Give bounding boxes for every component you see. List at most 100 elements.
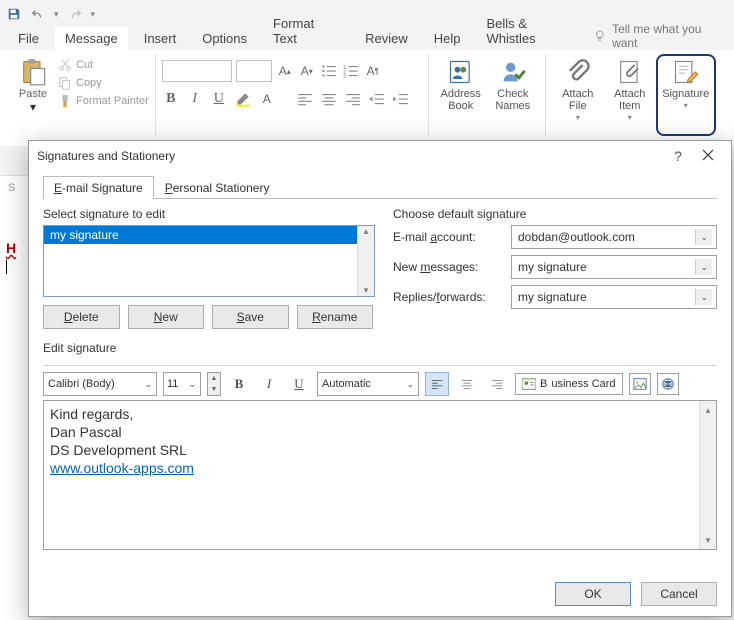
decrease-indent-icon[interactable] [368,90,386,108]
business-card-button[interactable]: Business Card [515,373,623,395]
email-account-label: E-mail account: [393,230,503,244]
sliver-s: S [0,176,30,200]
address-book-label: Address Book [441,88,481,112]
editor-size-combo[interactable]: 11⌄ [163,372,201,396]
increase-font-icon[interactable]: A▴ [276,62,294,80]
dialog-tabs: E-mail Signature Personal Stationery [43,175,717,199]
menu-review[interactable]: Review [355,27,418,50]
paintbrush-icon [58,94,72,108]
rename-button[interactable]: Rename [297,305,374,329]
chevron-down-icon: ⌄ [144,379,152,390]
delete-button[interactable]: Delete [43,305,120,329]
new-messages-label: New messages: [393,260,503,274]
address-book-button[interactable]: Address Book [435,54,487,136]
font-size-combo[interactable] [236,60,272,82]
undo-dropdown-icon[interactable]: ▾ [54,9,59,20]
signature-list[interactable]: my signature [43,225,375,297]
editor-align-center-button[interactable] [455,372,479,396]
tell-me-label: Tell me what you want [612,22,726,50]
close-icon [702,149,714,161]
ok-button[interactable]: OK [555,582,631,606]
align-left-icon[interactable] [296,90,314,108]
ribbon: Paste ▾ Cut Copy Format Painter A▴ A▾ 12… [0,50,734,146]
scissors-icon [58,58,72,72]
save-button[interactable]: Save [212,305,289,329]
menu-file[interactable]: File [8,27,49,50]
cancel-button[interactable]: Cancel [641,582,717,606]
qat-customize-icon[interactable]: ▾ [91,9,96,20]
signature-editor[interactable]: Kind regards, Dan Pascal DS Development … [43,400,717,550]
link-icon [661,377,675,391]
editor-align-right-button[interactable] [485,372,509,396]
editor-line: Dan Pascal [50,423,710,441]
insert-link-button[interactable] [657,373,679,395]
increase-indent-icon[interactable] [392,90,410,108]
signatures-dialog: Signatures and Stationery ? E-mail Signa… [28,140,732,617]
editor-link[interactable]: www.outlook-apps.com [50,460,194,476]
font-size-stepper[interactable]: ▲▼ [207,372,221,396]
signature-button[interactable]: Signature ▾ [656,54,716,136]
indent-icon[interactable]: A¶ [364,62,382,80]
signature-list-item[interactable]: my signature [44,226,374,244]
choose-default-label: Choose default signature [393,207,717,221]
align-right-icon[interactable] [344,90,362,108]
new-messages-select[interactable]: my signature⌄ [511,255,717,279]
cursor [6,260,7,274]
numbering-icon[interactable]: 123 [342,62,360,80]
menu-insert[interactable]: Insert [134,27,187,50]
tab-personal-stationery[interactable]: Personal Stationery [154,176,281,199]
insert-picture-button[interactable] [629,373,651,395]
menu-bells-whistles[interactable]: Bells & Whistles [477,12,587,50]
listbox-scrollbar[interactable] [357,226,374,296]
editor-toolbar: Calibri (Body)⌄ 11⌄ ▲▼ B I U Automatic⌄ … [43,372,717,396]
bullets-icon[interactable] [320,62,338,80]
menu-help[interactable]: Help [424,27,471,50]
editor-font-combo[interactable]: Calibri (Body)⌄ [43,372,157,396]
cut-button: Cut [58,58,149,72]
attach-file-button[interactable]: Attach File▾ [552,54,604,136]
lightbulb-icon [593,29,607,43]
tab-email-signature[interactable]: E-mail Signature [43,176,154,199]
decrease-font-icon[interactable]: A▾ [298,62,316,80]
tell-me-search[interactable]: Tell me what you want [593,22,726,50]
replies-forwards-label: Replies/forwards: [393,290,503,304]
email-account-select[interactable]: dobdan@outlook.com⌄ [511,225,717,249]
chevron-down-icon: ⌄ [406,379,414,390]
editor-bold-button[interactable]: B [227,372,251,396]
redo-icon[interactable] [67,6,83,22]
undo-icon[interactable] [30,6,46,22]
menu-message[interactable]: Message [55,27,128,50]
font-color-icon[interactable]: A [258,90,276,108]
chevron-down-icon: ⌄ [188,379,196,390]
editor-color-combo[interactable]: Automatic⌄ [317,372,419,396]
format-painter-button[interactable]: Format Painter [58,94,149,108]
close-button[interactable] [693,148,723,164]
select-signature-label: Select signature to edit [43,207,373,221]
save-icon[interactable] [6,6,22,22]
cut-label: Cut [76,59,93,71]
bold-button[interactable]: B [162,90,180,108]
help-button[interactable]: ? [663,148,693,164]
attach-item-label: Attach Item [614,88,645,112]
replies-forwards-select[interactable]: my signature⌄ [511,285,717,309]
editor-align-left-button[interactable] [425,372,449,396]
edit-signature-label: Edit signature [43,341,717,355]
paperclip-icon [564,58,592,86]
highlight-icon[interactable] [234,90,252,108]
editor-scrollbar[interactable] [699,401,716,549]
menu-format-text[interactable]: Format Text [263,12,349,50]
menu-options[interactable]: Options [192,27,257,50]
check-names-icon [499,58,527,86]
check-names-button[interactable]: Check Names [487,54,539,136]
align-center-icon[interactable] [320,90,338,108]
underline-button[interactable]: U [210,90,228,108]
font-family-combo[interactable] [162,60,232,82]
new-button[interactable]: New [128,305,205,329]
signature-label: Signature [662,88,709,100]
attach-item-button[interactable]: Attach Item▾ [604,54,656,136]
editor-italic-button[interactable]: I [257,372,281,396]
paste-button[interactable]: Paste ▾ [12,54,54,136]
italic-button[interactable]: I [186,90,204,108]
editor-underline-button[interactable]: U [287,372,311,396]
check-names-label: Check Names [495,88,530,112]
